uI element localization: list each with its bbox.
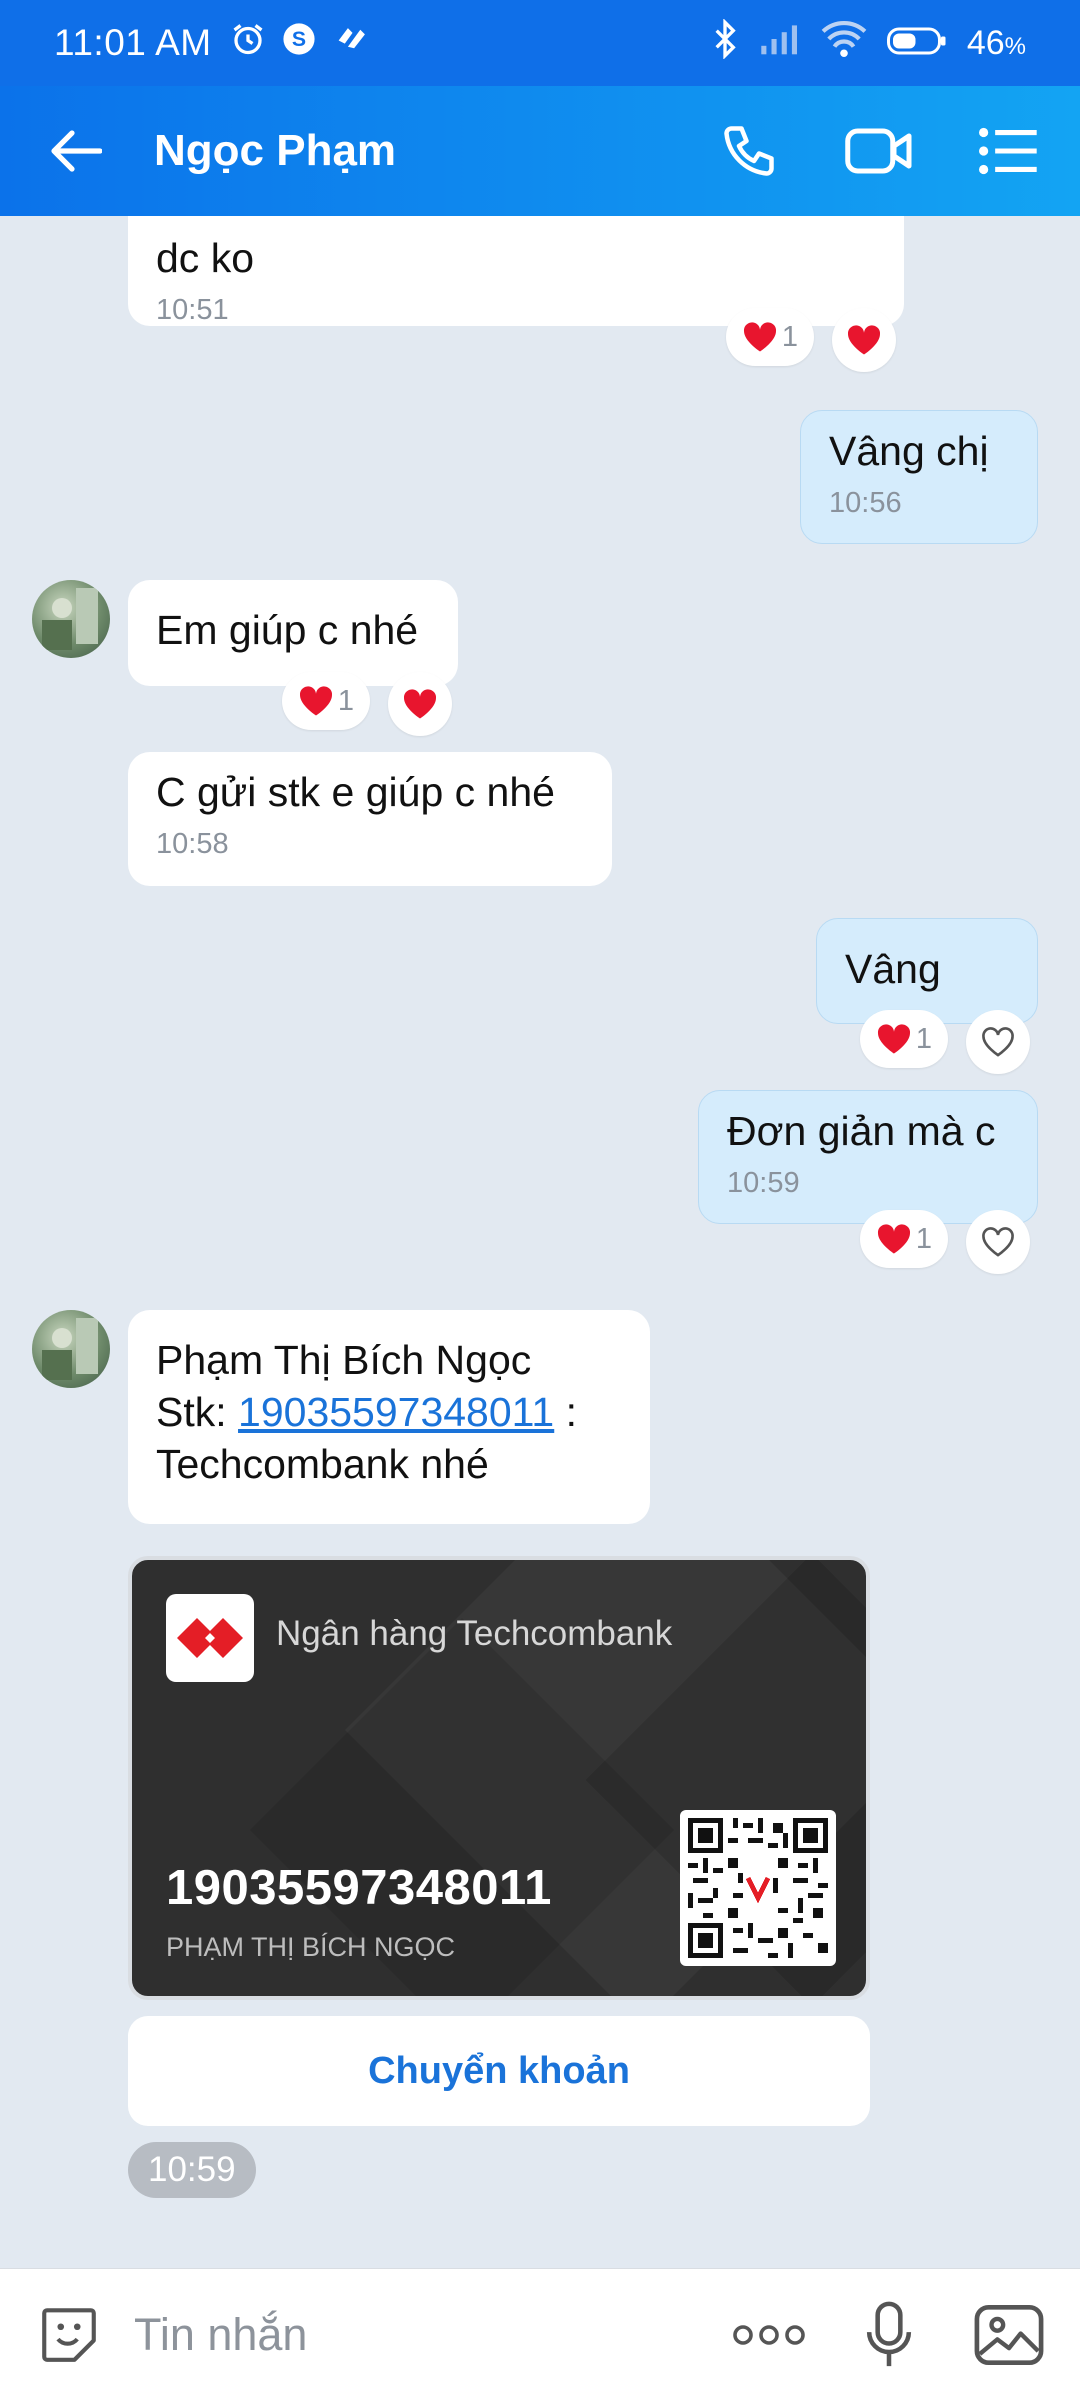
message-outgoing[interactable]: Đơn giản mà c 10:59 bbox=[698, 1090, 1038, 1224]
photo-button[interactable] bbox=[964, 2290, 1054, 2380]
video-camera-icon bbox=[845, 128, 912, 174]
signal-icon bbox=[759, 22, 801, 65]
back-button[interactable] bbox=[36, 111, 116, 191]
heart-icon bbox=[877, 1224, 910, 1254]
message-time: 10:58 bbox=[156, 828, 229, 860]
chat-header: Ngọc Phạm bbox=[0, 86, 1080, 216]
skype-icon: S bbox=[282, 22, 316, 65]
avatar[interactable] bbox=[32, 580, 110, 658]
bank-account-card[interactable]: Ngân hàng Techcombank 19035597348011 PHẠ… bbox=[128, 1556, 870, 2000]
status-bar: 11:01 AM S 46% bbox=[0, 0, 1080, 86]
message-incoming[interactable]: Em giúp c nhé bbox=[128, 580, 458, 686]
heart-icon bbox=[299, 686, 332, 716]
battery-level: 46% bbox=[966, 23, 1026, 62]
message-incoming[interactable]: C gửi stk e giúp c nhé 10:58 bbox=[128, 752, 612, 886]
list-menu-icon bbox=[979, 127, 1037, 175]
message-text: Đơn giản mà c bbox=[727, 1108, 996, 1154]
transfer-button[interactable]: Chuyển khoản bbox=[128, 2016, 870, 2126]
svg-text:S: S bbox=[292, 27, 306, 51]
message-outgoing[interactable]: Vâng bbox=[816, 918, 1038, 1024]
account-number-link[interactable]: 19035597348011 bbox=[238, 1389, 554, 1435]
qr-code[interactable] bbox=[680, 1810, 836, 1966]
card-account-number: 19035597348011 bbox=[166, 1861, 552, 1915]
sticker-smiley-icon bbox=[42, 2307, 96, 2362]
message-time-pill: 10:59 bbox=[128, 2142, 256, 2198]
avatar[interactable] bbox=[32, 1310, 110, 1388]
react-button[interactable] bbox=[966, 1210, 1030, 1274]
image-icon bbox=[974, 2304, 1044, 2365]
react-button[interactable] bbox=[966, 1010, 1030, 1074]
sticker-button[interactable] bbox=[24, 2290, 114, 2380]
message-input[interactable]: Tin nhắn bbox=[134, 2309, 724, 2361]
more-dots-icon bbox=[733, 2324, 805, 2345]
video-call-button[interactable] bbox=[834, 106, 924, 196]
more-options-button[interactable] bbox=[724, 2290, 814, 2380]
message-time: 10:59 bbox=[727, 1167, 800, 1199]
status-time: 11:01 AM bbox=[54, 22, 212, 63]
message-text: dc ko bbox=[156, 235, 254, 281]
message-time: 10:56 bbox=[829, 487, 902, 519]
message-text: Phạm Thị Bích Ngọc bbox=[156, 1337, 532, 1383]
heart-outline-icon bbox=[982, 1027, 1014, 1057]
message-text: C gửi stk e giúp c nhé bbox=[156, 769, 555, 815]
message-text: Em giúp c nhé bbox=[156, 607, 419, 653]
arrow-left-icon bbox=[51, 130, 102, 172]
heart-outline-icon bbox=[982, 1227, 1014, 1257]
heart-icon bbox=[743, 322, 776, 352]
techcombank-logo bbox=[166, 1594, 254, 1682]
card-holder-name: PHẠM THỊ BÍCH NGỌC bbox=[166, 1932, 456, 1962]
message-input-bar: Tin nhắn bbox=[0, 2268, 1080, 2400]
voice-call-button[interactable] bbox=[704, 106, 794, 196]
message-text: Techcombank nhé bbox=[156, 1441, 489, 1487]
reaction-summary[interactable]: 1 bbox=[726, 308, 814, 366]
microphone-icon bbox=[866, 2301, 912, 2366]
reaction-summary[interactable]: 1 bbox=[282, 672, 370, 730]
contact-name[interactable]: Ngọc Phạm bbox=[154, 126, 704, 176]
wifi-icon bbox=[821, 20, 867, 67]
alarm-icon bbox=[230, 21, 266, 66]
bank-name: Ngân hàng Techcombank bbox=[276, 1614, 673, 1653]
message-outgoing[interactable]: Vâng chị 10:56 bbox=[800, 410, 1038, 544]
react-button[interactable] bbox=[832, 308, 896, 372]
message-list[interactable]: dc ko 10:51 1 Vâng chị 10:56 Em giúp c n… bbox=[0, 216, 1080, 2268]
bluetooth-icon bbox=[711, 17, 739, 68]
react-button[interactable] bbox=[388, 672, 452, 736]
heart-icon bbox=[847, 325, 881, 355]
phone-icon bbox=[724, 126, 774, 176]
reaction-summary[interactable]: 1 bbox=[860, 1210, 948, 1268]
voice-message-button[interactable] bbox=[844, 2290, 934, 2380]
heart-icon bbox=[403, 689, 437, 719]
menu-button[interactable] bbox=[964, 106, 1054, 196]
battery-icon bbox=[886, 22, 947, 64]
heart-icon bbox=[877, 1024, 910, 1054]
message-incoming[interactable]: Phạm Thị Bích Ngọc Stk: 19035597348011 :… bbox=[128, 1310, 650, 1524]
app-notification-icon bbox=[332, 22, 370, 65]
message-text: Vâng bbox=[845, 946, 941, 992]
reaction-summary[interactable]: 1 bbox=[860, 1010, 948, 1068]
message-line: Stk: 19035597348011 : bbox=[156, 1389, 578, 1435]
message-text: Vâng chị bbox=[829, 428, 989, 474]
